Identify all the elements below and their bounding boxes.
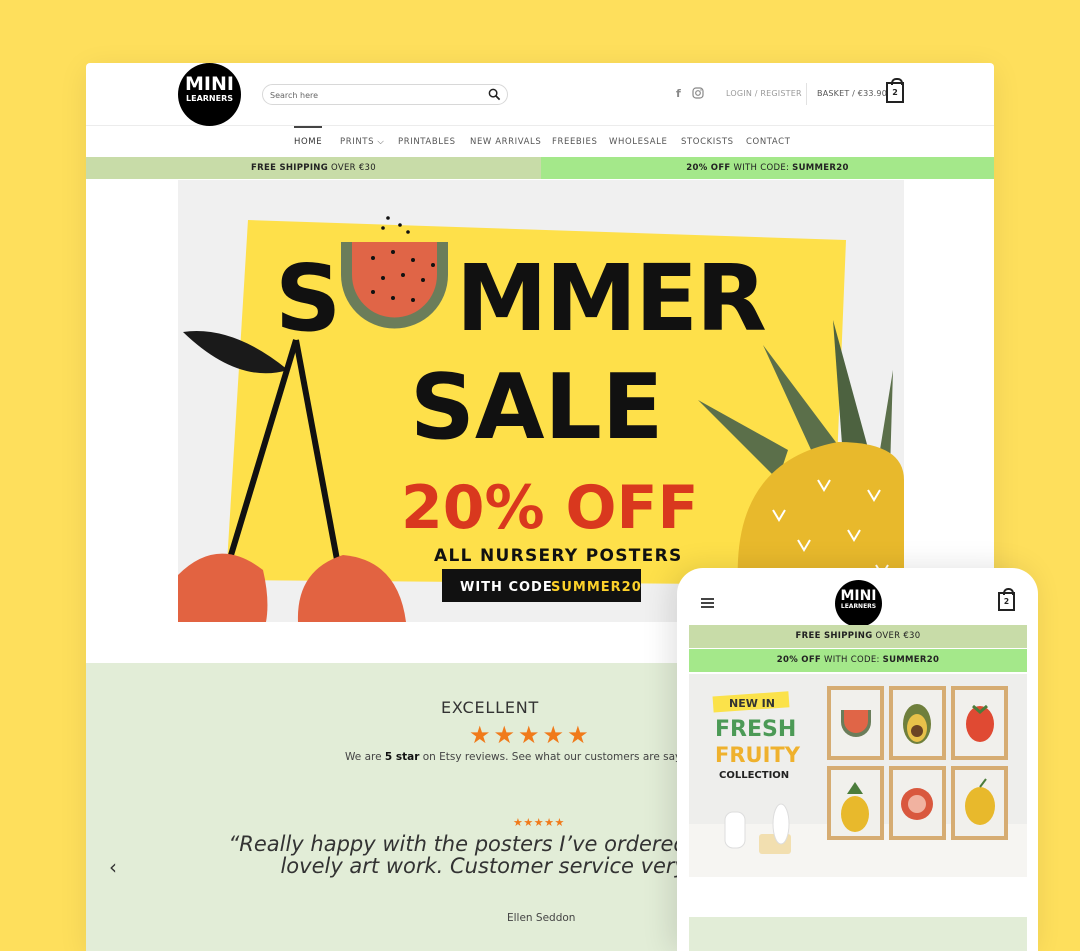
logo-line1: MINI: [185, 73, 234, 95]
mobile-logo-line2: LEARNERS: [840, 603, 877, 610]
summer-sale-hero-banner[interactable]: S MMER SALE 20% OFF ALL NURSERY POSTERS …: [178, 180, 904, 622]
hero-offer: 20% OFF: [401, 473, 698, 543]
hero-code-prefix: WITH CODE: [460, 580, 553, 595]
fresh-fruity-collection-banner[interactable]: NEW IN FRESH FRUITY COLLECTION: [689, 674, 1027, 877]
mobile-phone-preview: MINI LEARNERS 2 FREE SHIPPING OVER €30 2…: [677, 568, 1038, 951]
mobile-bar2-code: SUMMER20: [882, 655, 940, 665]
poster-frames: [827, 686, 1008, 840]
mini-learners-logo[interactable]: MINI LEARNERS: [178, 63, 241, 126]
logo-line2: LEARNERS: [186, 94, 233, 103]
banner-new-in: NEW IN: [729, 697, 775, 710]
header-divider: [806, 83, 807, 105]
free-shipping-bar: FREE SHIPPING OVER €30: [86, 157, 541, 179]
search-icon[interactable]: [488, 88, 501, 101]
mobile-bar1-rest: OVER €30: [872, 631, 921, 641]
discount-bold: 20% OFF: [686, 163, 731, 173]
tagline-pre: We are: [345, 751, 385, 763]
mobile-reviews-section: [689, 917, 1027, 951]
cart-count: 2: [892, 88, 898, 97]
cart-icon[interactable]: 2: [886, 78, 904, 103]
mobile-bar1-bold: FREE SHIPPING: [795, 631, 873, 641]
nav-contact[interactable]: CONTACT: [746, 137, 791, 147]
free-shipping-bold: FREE SHIPPING: [251, 163, 328, 173]
discount-mid: WITH CODE:: [730, 163, 793, 173]
nav-new-arrivals[interactable]: NEW ARRIVALS: [470, 137, 541, 147]
review-author: Ellen Seddon: [507, 912, 576, 924]
nav-prints[interactable]: PRINTS ⌵: [340, 137, 384, 147]
search-box: [262, 84, 508, 105]
review-stars: ★★★★★: [513, 816, 565, 829]
discount-code: SUMMER20: [792, 163, 849, 173]
hero-subtitle: ALL NURSERY POSTERS: [434, 546, 683, 566]
hero-title-sale: SALE: [410, 355, 663, 460]
mobile-logo-line1: MINI: [840, 588, 877, 604]
mobile-bar2-bold: 20% OFF: [776, 655, 822, 665]
mobile-discount-bar: 20% OFF WITH CODE: SUMMER20: [689, 649, 1027, 672]
free-shipping-rest: OVER €30: [327, 163, 376, 173]
login-register-link[interactable]: LOGIN / REGISTER: [726, 89, 802, 98]
reviews-heading: EXCELLENT: [441, 698, 540, 717]
basket-link[interactable]: BASKET / €33.90: [817, 89, 887, 98]
facebook-icon[interactable]: f: [676, 87, 681, 100]
banner-fruity: FRUITY: [715, 743, 801, 767]
discount-bar: 20% OFF WITH CODE: SUMMER20: [541, 157, 994, 179]
mobile-bar2-mid: WITH CODE:: [821, 655, 883, 665]
hero-artwork: S MMER SALE 20% OFF ALL NURSERY POSTERS …: [178, 216, 904, 622]
mobile-logo[interactable]: MINI LEARNERS: [835, 580, 882, 627]
nav-printables[interactable]: PRINTABLES: [398, 137, 456, 147]
hero-title-s: S: [275, 245, 341, 352]
nav-freebies[interactable]: FREEBIES: [552, 137, 597, 147]
mobile-cart-count: 2: [1003, 597, 1010, 606]
main-navigation: HOME PRINTS ⌵ PRINTABLES NEW ARRIVALS FR…: [86, 126, 994, 157]
tagline-bold: 5 star: [384, 751, 420, 763]
hero-code: SUMMER20: [551, 580, 642, 595]
mobile-free-shipping-bar: FREE SHIPPING OVER €30: [689, 625, 1027, 648]
banner-fresh: FRESH: [715, 717, 796, 742]
nav-stockists[interactable]: STOCKISTS: [681, 137, 734, 147]
prev-review-arrow[interactable]: ‹: [109, 857, 123, 877]
nav-home[interactable]: HOME: [294, 126, 323, 147]
hamburger-menu-icon[interactable]: [701, 598, 714, 608]
instagram-icon[interactable]: [692, 87, 704, 99]
nav-wholesale[interactable]: WHOLESALE: [609, 137, 667, 147]
mobile-cart-icon[interactable]: 2: [998, 588, 1015, 611]
collection-artwork: NEW IN FRESH FRUITY COLLECTION: [689, 686, 1027, 877]
search-input[interactable]: [270, 89, 470, 101]
reviews-tagline: We are 5 star on Etsy reviews. See what …: [345, 751, 698, 763]
hero-title-mmer: MMER: [456, 245, 765, 352]
banner-collection: COLLECTION: [719, 770, 789, 781]
rating-stars: ★★★★★: [469, 721, 592, 749]
tagline-post: on Etsy reviews. See what our customers …: [419, 751, 698, 763]
site-header: MINI LEARNERS f LOGIN / REGISTER BASKET …: [86, 63, 994, 126]
